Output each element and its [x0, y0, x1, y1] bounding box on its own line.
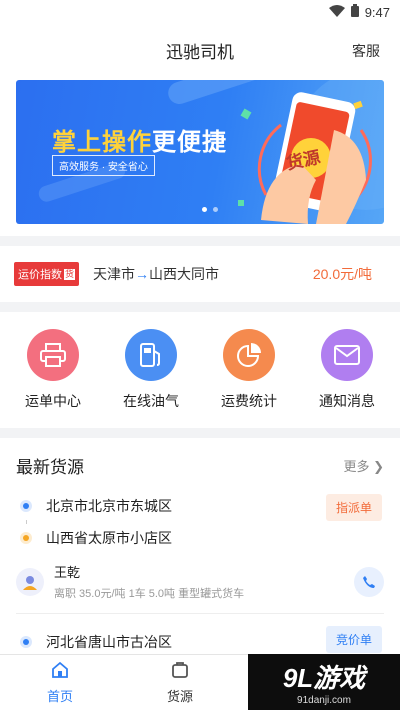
tab-home[interactable]: 首页: [0, 655, 120, 710]
customer-service-button[interactable]: 客服: [352, 41, 380, 61]
latest-cargo-section: 最新货源 更多 ❯ 北京市北京市东城区 山西省太原市小店区 指派单 王乾 离职 …: [0, 438, 400, 667]
destination-dot-icon: [20, 532, 32, 544]
menu-waybill-center[interactable]: 运单中心: [8, 329, 98, 411]
origin-dot-icon: [20, 636, 32, 648]
battery-icon: [350, 4, 359, 20]
banner-pagination: [202, 207, 218, 212]
menu-online-fuel[interactable]: 在线油气: [106, 329, 196, 411]
price-route: 天津市→山西大同市: [93, 266, 220, 282]
menu-freight-stats[interactable]: 运费统计: [204, 329, 294, 411]
banner-headline: 掌上操作更便捷: [52, 129, 227, 156]
origin-dot-icon: [20, 500, 32, 512]
avatar: [16, 567, 44, 596]
page-title: 迅驰司机: [166, 42, 234, 62]
pie-chart-icon: [223, 329, 275, 381]
driver-name: 王乾: [54, 565, 81, 580]
banner-subtitle: 高效服务 · 安全省心: [52, 155, 155, 176]
cargo-icon: [171, 661, 189, 682]
price-index-row[interactable]: 运价指数货 天津市→山西大同市 20.0元/吨: [0, 246, 400, 302]
printer-icon: [27, 329, 79, 381]
cargo-card[interactable]: 河北省唐山市古冶区 竞价单: [16, 614, 384, 656]
section-title: 最新货源: [16, 457, 84, 477]
phone-icon[interactable]: [354, 566, 384, 597]
price-index-tag: 运价指数货: [14, 262, 80, 286]
status-time: 9:47: [364, 4, 390, 20]
fuel-pump-icon: [125, 329, 177, 381]
driver-row: 王乾 离职 35.0元/吨 1车 5.0吨 重型罐式货车: [16, 562, 384, 601]
banner-section: 掌上操作更便捷 高效服务 · 安全省心 货源: [0, 76, 400, 236]
cargo-card[interactable]: 北京市北京市东城区 山西省太原市小店区 指派单 王乾 离职 35.0元/吨 1车…: [16, 492, 384, 614]
promo-banner[interactable]: 掌上操作更便捷 高效服务 · 安全省心 货源: [16, 80, 384, 224]
tab-cargo[interactable]: 货源: [120, 655, 240, 710]
status-bar: 9:47: [0, 0, 400, 24]
more-link[interactable]: 更多 ❯: [343, 456, 384, 475]
cargo-description: 离职 35.0元/吨 1车 5.0吨 重型罐式货车: [54, 588, 245, 600]
home-icon: [51, 661, 69, 682]
menu-notifications[interactable]: 通知消息: [302, 329, 392, 411]
mail-icon: [321, 329, 373, 381]
quick-menu: 运单中心 在线油气 运费统计 通知消息: [0, 312, 400, 428]
app-header: 迅驰司机 客服: [0, 24, 400, 76]
destination-address: 山西省太原市小店区: [16, 524, 384, 552]
order-type-badge: 指派单: [325, 494, 382, 521]
wifi-icon: [328, 4, 345, 20]
site-watermark: 9L游戏 91danji.com: [248, 654, 400, 710]
price-value: 20.0元/吨: [312, 266, 372, 282]
order-type-badge: 竞价单: [325, 626, 382, 653]
